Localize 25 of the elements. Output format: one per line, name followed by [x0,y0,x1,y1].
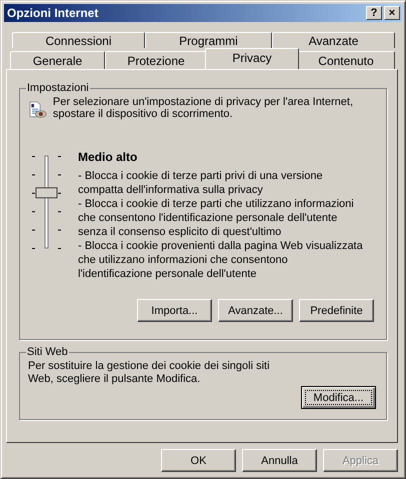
tab[interactable]: Protezione [105,51,207,69]
tab[interactable]: Connessioni [12,32,145,48]
tab[interactable]: Privacy [205,48,299,69]
settings-button[interactable]: Avanzate... [218,299,293,322]
level-description: - Blocca i cookie di terze parti privi di una versione compatta dell'informativa sulla privacy [78,169,324,197]
websites-text: Per sostituire la gestione dei cookie dei singoli siti Web, scegliere il pulsante Modifica. [28,360,271,386]
level-description: - Blocca i cookie di terze parti che utilizzano informazioni che consentono l'identificazione personale dell'utente senza il consenso esplicito di quest'ultimo [78,197,355,239]
tab[interactable]: Avanzate [272,32,395,48]
group-title: Impostazioni [26,82,90,94]
tab[interactable]: Generale [10,51,105,69]
tab[interactable]: Programmi [145,32,272,48]
window-title: Opzioni Internet [7,6,100,20]
help-button[interactable]: ? [366,6,382,20]
tab[interactable]: Contenuto [297,51,395,69]
edit-button[interactable]: Modifica... [301,386,376,409]
dialog-button[interactable]: Annulla [242,449,317,472]
slider-thumb[interactable] [36,187,58,198]
group-title: Siti Web [26,346,69,358]
privacy-level-title: Medio alto [78,150,138,164]
intro-text: Per selezionare un'impostazione di privacy per l'area Internet, spostare il dispositivo di scorrimento. [52,96,354,120]
close-button[interactable]: × [384,6,400,20]
dialog-button[interactable]: OK [161,449,236,472]
settings-button[interactable]: Importa... [137,299,212,322]
settings-button[interactable]: Predefinite [299,299,374,322]
level-description: - Blocca i cookie provenienti dalla pagina Web visualizzata che utilizzano informazioni che consentono l'identificazione personale dell'utente [78,239,363,281]
